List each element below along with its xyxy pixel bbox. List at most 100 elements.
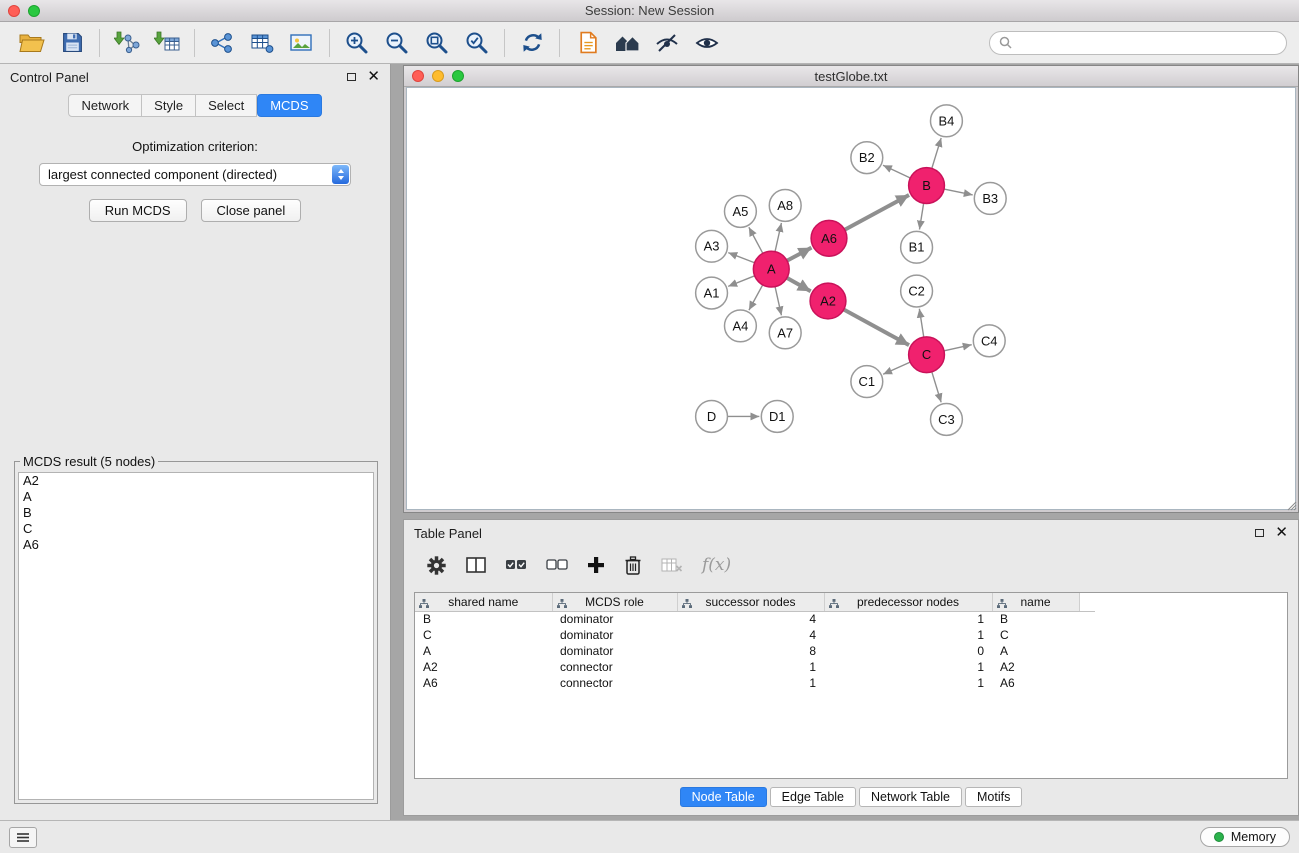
close-panel-button[interactable]: Close panel xyxy=(201,199,302,222)
control-panel-header[interactable]: Control Panel ✕ xyxy=(0,64,390,90)
zoom-fit-button[interactable] xyxy=(417,26,457,60)
node-A6[interactable]: A6 xyxy=(811,220,847,256)
edge-A-A2[interactable] xyxy=(787,278,811,291)
mcds-result-item[interactable]: B xyxy=(19,505,373,521)
table-cell[interactable]: connector xyxy=(552,659,677,675)
table-cell[interactable]: 1 xyxy=(824,659,992,675)
delete-table-button[interactable] xyxy=(661,557,683,573)
edge-A-A6[interactable] xyxy=(787,248,811,261)
table-cell[interactable]: 4 xyxy=(677,627,824,643)
function-builder-button[interactable]: f(x) xyxy=(702,555,731,575)
edge-B-B4[interactable] xyxy=(932,138,941,168)
node-A4[interactable]: A4 xyxy=(724,310,756,342)
table-row[interactable]: A2connector11A2 xyxy=(415,659,1095,675)
search-input[interactable] xyxy=(1017,35,1277,50)
column-header-predecessor-nodes[interactable]: predecessor nodes xyxy=(824,593,992,611)
node-C[interactable]: C xyxy=(909,337,945,373)
node-A[interactable]: A xyxy=(753,251,789,287)
table-cell[interactable]: A2 xyxy=(992,659,1079,675)
node-C4[interactable]: C4 xyxy=(973,325,1005,357)
table-cell[interactable]: A2 xyxy=(415,659,552,675)
edge-A2-C[interactable] xyxy=(844,310,909,346)
table-settings-button[interactable] xyxy=(426,555,447,576)
app-titlebar[interactable]: Session: New Session xyxy=(0,0,1299,22)
table-cell[interactable]: dominator xyxy=(552,643,677,659)
export-image-button[interactable] xyxy=(282,26,322,60)
edge-C-C1[interactable] xyxy=(883,362,910,374)
new-network-button[interactable] xyxy=(202,26,242,60)
node-D1[interactable]: D1 xyxy=(761,401,793,433)
table-panel-header[interactable]: Table Panel ✕ xyxy=(404,520,1298,546)
network-graph-svg[interactable]: AA1A2A3A4A5A6A7A8BB1B2B3B4CC1C2C3C4DD1 xyxy=(407,88,1295,509)
edge-B-B2[interactable] xyxy=(883,165,910,178)
mcds-result-item[interactable]: A6 xyxy=(19,537,373,553)
column-layout-button[interactable] xyxy=(466,556,486,574)
mcds-result-item[interactable]: A2 xyxy=(19,473,373,489)
tab-network-table[interactable]: Network Table xyxy=(859,787,962,807)
table-cell[interactable]: 4 xyxy=(677,611,824,627)
edge-A-A7[interactable] xyxy=(775,287,781,316)
edge-B-B3[interactable] xyxy=(944,189,973,195)
memory-button[interactable]: Memory xyxy=(1200,827,1290,847)
zoom-selected-button[interactable] xyxy=(457,26,497,60)
node-B1[interactable]: B1 xyxy=(901,231,933,263)
mcds-result-item[interactable]: C xyxy=(19,521,373,537)
node-A3[interactable]: A3 xyxy=(696,230,728,262)
column-header-MCDS-role[interactable]: MCDS role xyxy=(552,593,677,611)
table-cell[interactable]: 1 xyxy=(824,675,992,691)
close-table-panel-icon[interactable]: ✕ xyxy=(1275,528,1288,538)
node-C3[interactable]: C3 xyxy=(931,404,963,436)
node-A1[interactable]: A1 xyxy=(696,277,728,309)
resize-grip-icon[interactable] xyxy=(1285,499,1297,511)
edge-C-C4[interactable] xyxy=(944,345,972,351)
network-window-titlebar[interactable]: testGlobe.txt xyxy=(404,66,1298,87)
float-table-panel-icon[interactable] xyxy=(1255,529,1264,537)
table-cell[interactable]: 0 xyxy=(824,643,992,659)
zoom-out-button[interactable] xyxy=(377,26,417,60)
table-cell[interactable]: 1 xyxy=(824,611,992,627)
tab-mcds[interactable]: MCDS xyxy=(257,94,321,117)
node-A2[interactable]: A2 xyxy=(810,283,846,319)
optimization-select[interactable]: largest connected component (directed) xyxy=(39,163,351,186)
column-header-name[interactable]: name xyxy=(992,593,1079,611)
table-cell[interactable]: dominator xyxy=(552,611,677,627)
table-cell[interactable]: B xyxy=(992,611,1079,627)
tab-select[interactable]: Select xyxy=(196,94,257,117)
node-D[interactable]: D xyxy=(696,401,728,433)
table-cell[interactable]: 1 xyxy=(677,675,824,691)
node-B4[interactable]: B4 xyxy=(931,105,963,137)
node-C1[interactable]: C1 xyxy=(851,366,883,398)
node-A5[interactable]: A5 xyxy=(724,195,756,227)
node-A8[interactable]: A8 xyxy=(769,190,801,222)
edge-A-A3[interactable] xyxy=(728,253,754,263)
select-all-button[interactable] xyxy=(505,557,527,573)
table-cell[interactable]: A xyxy=(992,643,1079,659)
tab-motifs[interactable]: Motifs xyxy=(965,787,1022,807)
table-cell[interactable]: C xyxy=(992,627,1079,643)
table-cell[interactable]: A xyxy=(415,643,552,659)
home-button[interactable] xyxy=(607,26,647,60)
edge-C-C2[interactable] xyxy=(919,309,923,337)
close-panel-icon[interactable]: ✕ xyxy=(367,72,380,82)
table-cell[interactable]: 8 xyxy=(677,643,824,659)
open-session-button[interactable] xyxy=(12,26,52,60)
apply-layout-button[interactable] xyxy=(512,26,552,60)
zoom-in-button[interactable] xyxy=(337,26,377,60)
node-A7[interactable]: A7 xyxy=(769,317,801,349)
show-details-button[interactable] xyxy=(687,26,727,60)
table-row[interactable]: Adominator80A xyxy=(415,643,1095,659)
table-cell[interactable]: 1 xyxy=(824,627,992,643)
tab-node-table[interactable]: Node Table xyxy=(680,787,767,807)
network-from-table-button[interactable] xyxy=(242,26,282,60)
table-cell[interactable]: A6 xyxy=(415,675,552,691)
node-C2[interactable]: C2 xyxy=(901,275,933,307)
import-network-button[interactable] xyxy=(107,26,147,60)
edge-A6-B[interactable] xyxy=(845,195,909,230)
mcds-result-list[interactable]: A2ABCA6 xyxy=(18,472,374,800)
edge-A-A1[interactable] xyxy=(728,276,754,287)
open-report-button[interactable] xyxy=(567,26,607,60)
deselect-all-button[interactable] xyxy=(546,557,568,573)
node-B[interactable]: B xyxy=(909,168,945,204)
delete-row-button[interactable] xyxy=(624,555,642,576)
task-history-button[interactable] xyxy=(9,827,37,848)
